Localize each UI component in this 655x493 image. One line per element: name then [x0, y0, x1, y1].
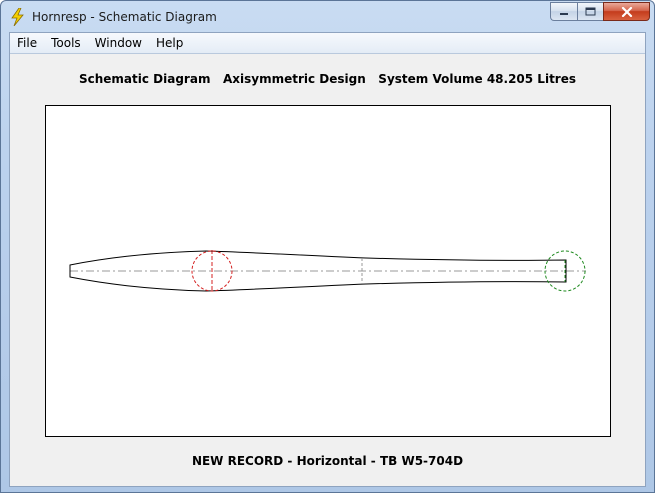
- horn-schematic: [69, 250, 586, 292]
- client-area: File Tools Window Help Schematic Diagram…: [9, 32, 646, 487]
- window-title: Hornresp - Schematic Diagram: [32, 10, 217, 24]
- minimize-icon: [560, 12, 568, 15]
- menu-window[interactable]: Window: [88, 36, 149, 50]
- lightning-bolt-icon: [11, 8, 24, 26]
- close-icon: [621, 6, 632, 17]
- menu-tools[interactable]: Tools: [44, 36, 88, 50]
- menu-help[interactable]: Help: [149, 36, 190, 50]
- title-bar[interactable]: Hornresp - Schematic Diagram: [1, 1, 654, 32]
- maximize-icon: [585, 7, 596, 16]
- close-button[interactable]: [603, 2, 650, 21]
- caption-buttons: [550, 2, 650, 22]
- maximize-button[interactable]: [577, 2, 603, 21]
- menu-bar: File Tools Window Help: [10, 33, 645, 54]
- record-caption: NEW RECORD - Horizontal - TB W5-704D: [191, 454, 464, 468]
- app-window: Hornresp - Schematic Diagram File Tools …: [0, 0, 655, 493]
- diagram-header: Schematic Diagram Axisymmetric Design Sy…: [78, 72, 577, 86]
- menu-file[interactable]: File: [10, 36, 44, 50]
- minimize-button[interactable]: [550, 2, 577, 21]
- schematic-plot: [45, 105, 611, 437]
